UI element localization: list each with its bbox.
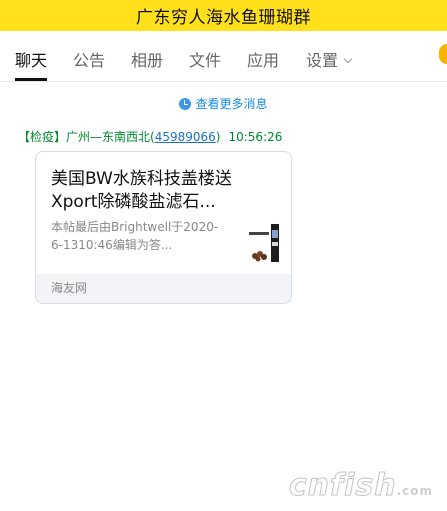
group-title: 广东穷人海水鱼珊瑚群 <box>136 8 311 28</box>
tab-bar: 聊天 公告 相册 文件 应用 设置 <box>0 40 447 82</box>
tab-settings[interactable]: 设置 <box>306 50 353 72</box>
history-link[interactable]: 查看更多消息 <box>0 95 447 112</box>
active-tab-indicator <box>15 78 47 81</box>
tab-chat[interactable]: 聊天 <box>15 50 47 72</box>
notification-icon[interactable] <box>439 44 447 64</box>
chevron-down-icon <box>343 54 353 64</box>
card-description: 本帖最后由Brightwell于2020-6-1310:46编辑为答... <box>51 220 219 252</box>
site-watermark: cnfish.com <box>288 468 433 504</box>
watermark-text: cnfish <box>288 468 397 504</box>
tab-files[interactable]: 文件 <box>189 50 221 72</box>
tab-apps[interactable]: 应用 <box>247 50 279 72</box>
clock-icon <box>179 98 192 110</box>
card-title: 美国BW水族科技盖楼送Xport除磷酸盐滤石... <box>51 169 232 212</box>
watermark-suffix: .com <box>396 484 433 498</box>
tab-settings-label: 设置 <box>306 51 339 70</box>
qq-close: ) <box>215 130 221 144</box>
tab-album[interactable]: 相册 <box>131 50 163 72</box>
title-bar: 广东穷人海水鱼珊瑚群 <box>0 0 447 31</box>
sender-tag: 【检疫】 <box>18 130 67 144</box>
card-thumbnail <box>247 222 281 266</box>
sender-qq-number[interactable]: 45989066 <box>155 130 216 144</box>
message-sender-line: 【检疫】广州—东南西北(45989066) 10:56:26 <box>18 128 282 145</box>
sender-name[interactable]: 广州—东南西北 <box>66 130 150 144</box>
tab-announcements[interactable]: 公告 <box>73 50 105 72</box>
history-link-label: 查看更多消息 <box>195 97 268 111</box>
message-time: 10:56:26 <box>228 130 283 144</box>
shared-link-card[interactable]: 美国BW水族科技盖楼送Xport除磷酸盐滤石... 本帖最后由Brightwel… <box>35 151 292 304</box>
card-source: 海友网 <box>36 274 291 303</box>
